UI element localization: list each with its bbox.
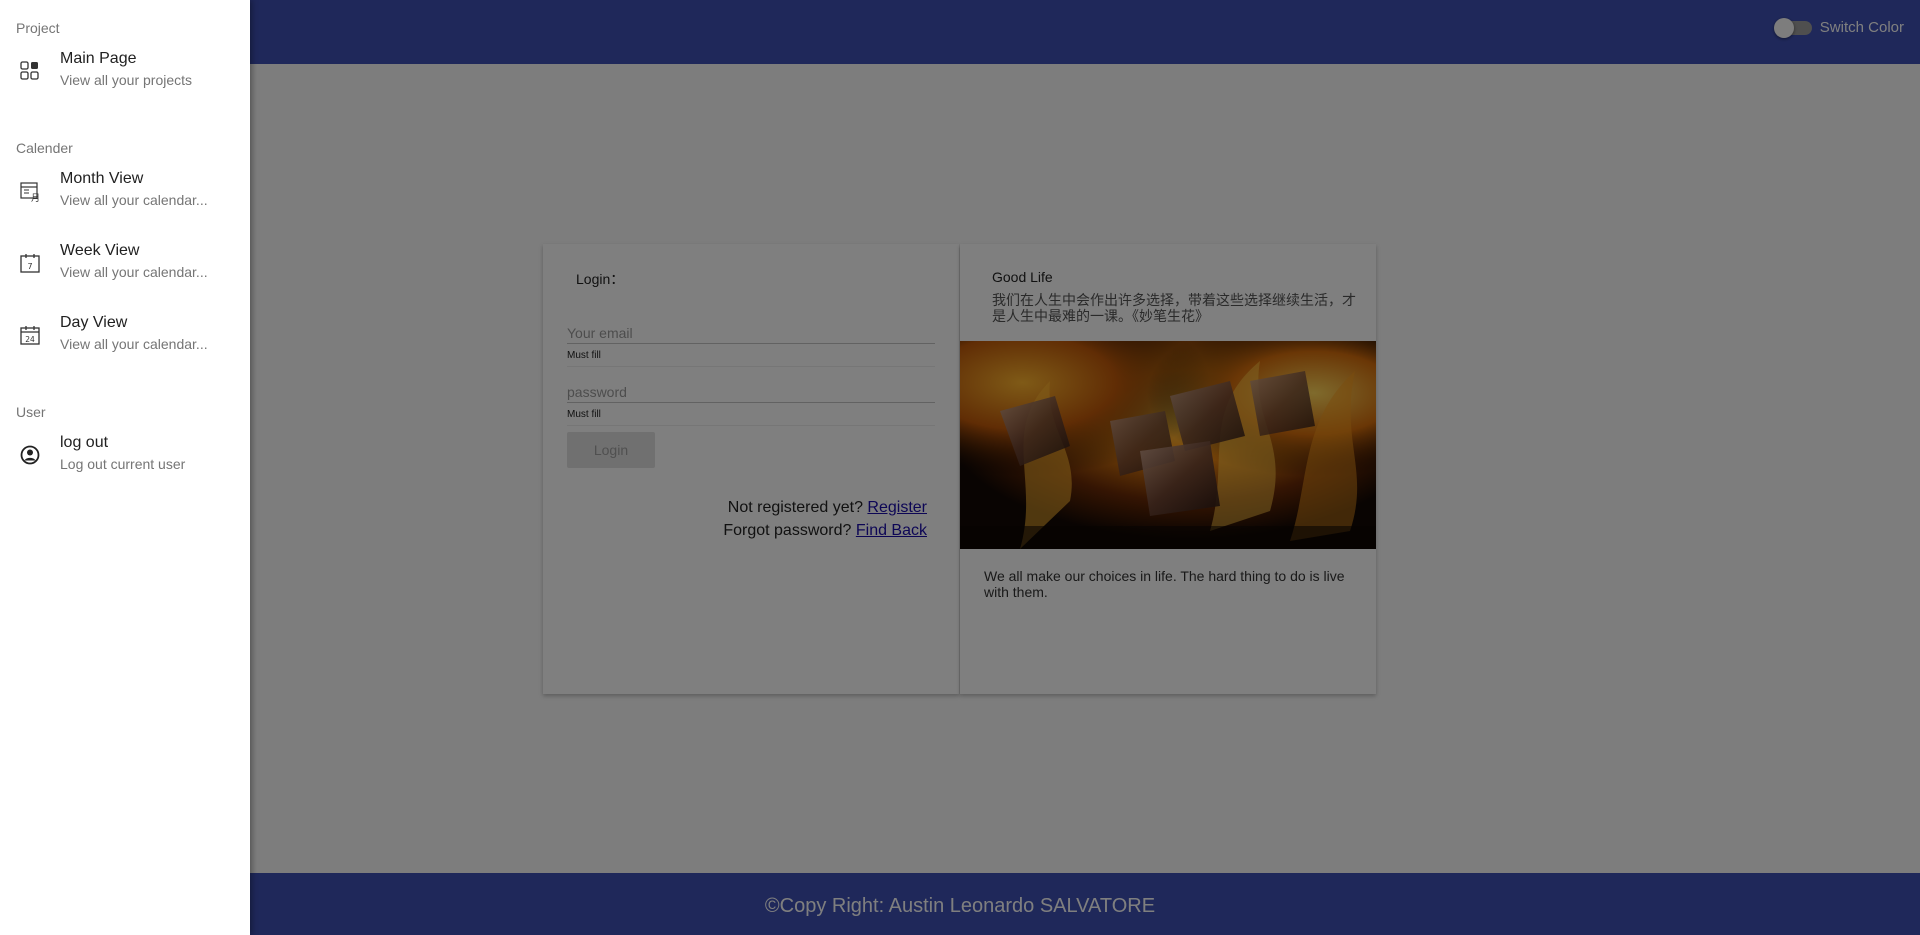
month-icon-char: 月 xyxy=(31,193,40,202)
week-icon-number: 7 xyxy=(27,262,32,271)
month-calendar-icon: 月 xyxy=(20,182,40,202)
week-calendar-icon: 7 xyxy=(20,254,40,273)
nav-secondary-month-view: View all your calendar... xyxy=(60,192,208,208)
drawer-backdrop[interactable] xyxy=(0,0,1920,935)
nav-secondary-day-view: View all your calendar... xyxy=(60,336,208,352)
subheader-user: User xyxy=(16,404,46,420)
dashboard-icon xyxy=(20,61,39,80)
day-calendar-icon: 24 xyxy=(20,326,40,345)
nav-secondary-log-out: Log out current user xyxy=(60,456,186,472)
nav-item-week-view[interactable]: 7 Week View View all your calendar... xyxy=(0,242,250,298)
nav-primary-week-view: Week View xyxy=(60,242,140,259)
nav-primary-day-view: Day View xyxy=(60,314,128,331)
navigation-drawer: Project Main Page View all your projects… xyxy=(0,0,250,935)
day-icon-number: 24 xyxy=(25,335,35,344)
nav-primary-main-page: Main Page xyxy=(60,50,137,67)
nav-primary-month-view: Month View xyxy=(60,170,144,187)
nav-secondary-main-page: View all your projects xyxy=(60,72,193,88)
account-circle-icon xyxy=(20,445,40,465)
nav-secondary-week-view: View all your calendar... xyxy=(60,264,208,280)
nav-item-main-page[interactable]: Main Page View all your projects xyxy=(0,50,250,106)
nav-primary-log-out: log out xyxy=(60,434,109,451)
nav-item-month-view[interactable]: 月 Month View View all your calendar... xyxy=(0,170,250,226)
nav-item-log-out[interactable]: log out Log out current user xyxy=(0,434,250,490)
subheader-calender: Calender xyxy=(16,140,73,156)
subheader-project: Project xyxy=(16,20,60,36)
nav-item-day-view[interactable]: 24 Day View View all your calendar... xyxy=(0,314,250,370)
